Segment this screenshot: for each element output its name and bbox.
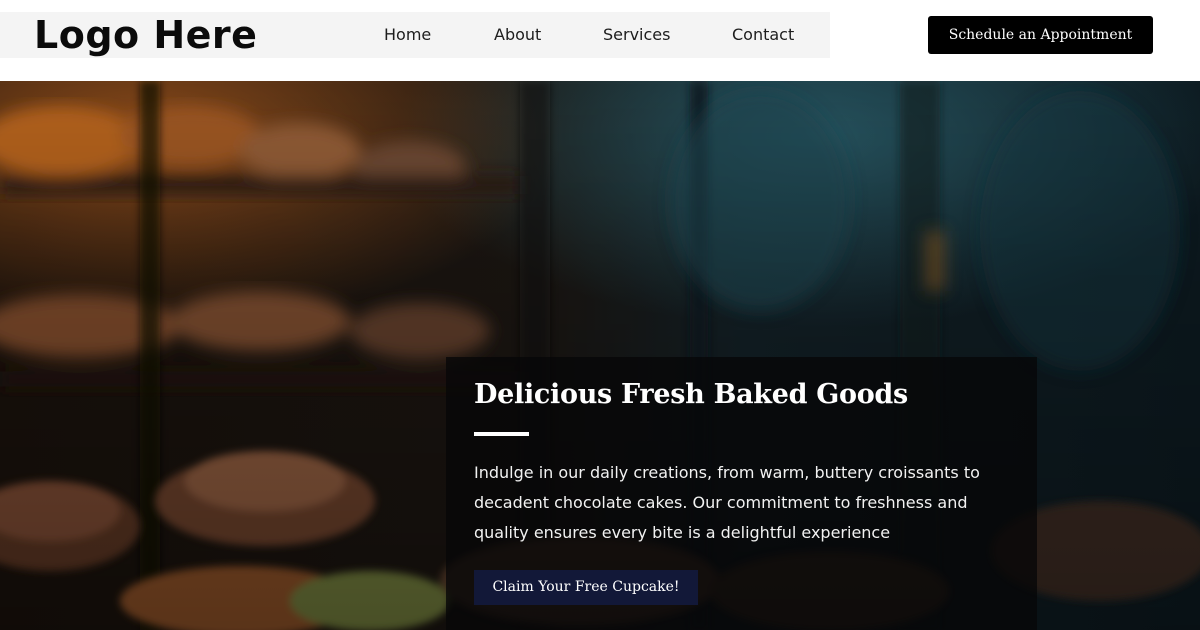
hero-title: Delicious Fresh Baked Goods xyxy=(474,379,908,410)
title-underline-divider xyxy=(474,432,529,436)
logo[interactable]: Logo Here xyxy=(34,10,257,60)
schedule-appointment-button[interactable]: Schedule an Appointment xyxy=(928,16,1153,54)
hero-description: Indulge in our daily creations, from war… xyxy=(474,463,980,542)
nav-link-contact[interactable]: Contact xyxy=(732,12,794,58)
site-header: Logo Here Home About Services Contact Sc… xyxy=(0,0,1200,80)
hero-text-card: Delicious Fresh Baked Goods Indulge in o… xyxy=(446,357,1037,630)
nav-link-home[interactable]: Home xyxy=(384,12,431,58)
hero-section: Delicious Fresh Baked Goods Indulge in o… xyxy=(0,81,1200,630)
nav-link-about[interactable]: About xyxy=(494,12,541,58)
nav-link-services[interactable]: Services xyxy=(603,12,670,58)
claim-free-cupcake-button[interactable]: Claim Your Free Cupcake! xyxy=(474,570,698,605)
